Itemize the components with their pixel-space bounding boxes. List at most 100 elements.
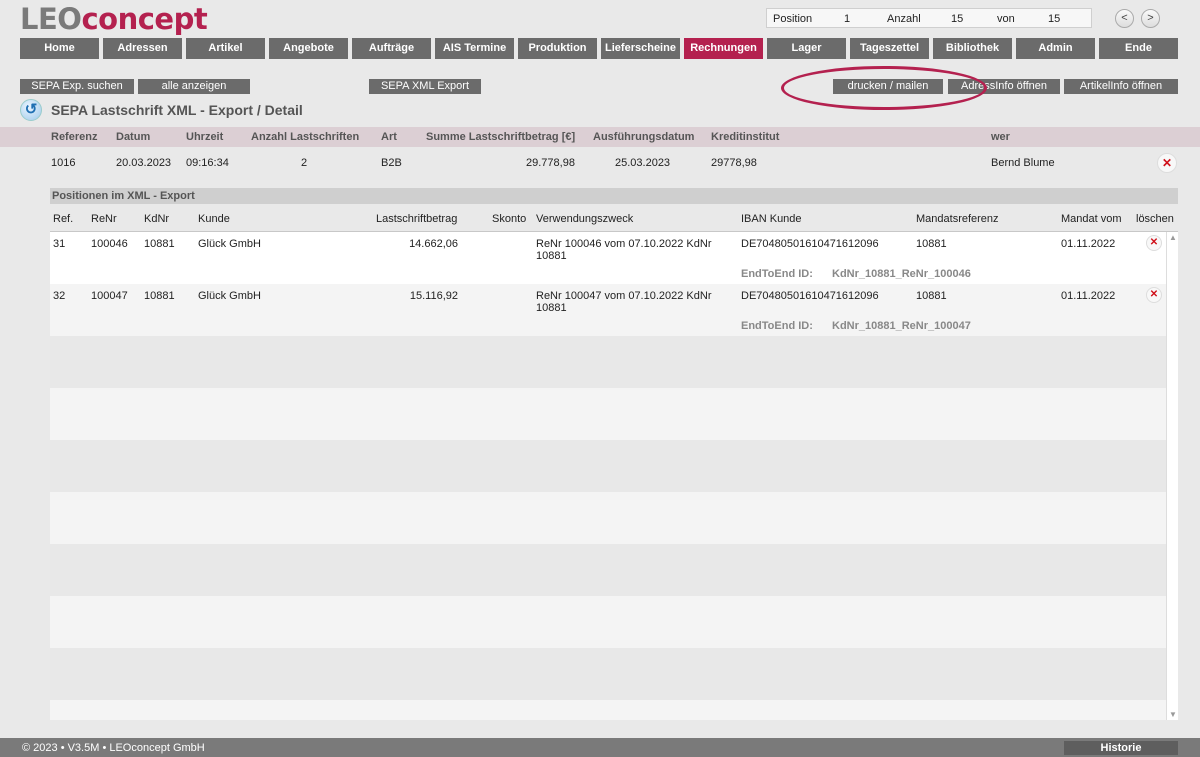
- page-title: SEPA Lastschrift XML - Export / Detail: [51, 102, 303, 118]
- cell-mandat-vom: 01.11.2022: [1061, 290, 1116, 302]
- positions-list: 31 100046 10881 Glück GmbH ReNr 100046 vom 0…: [50, 232, 1166, 720]
- cell-renr: 100046: [91, 238, 128, 250]
- list-scrollbar[interactable]: ▲ ▼: [1166, 232, 1178, 720]
- scroll-down-icon[interactable]: ▼: [1169, 710, 1177, 719]
- col-kdnr: KdNr: [144, 213, 170, 225]
- nav-tab-rechnungen[interactable]: Rechnungen: [684, 38, 763, 59]
- empty-row: [50, 648, 1166, 700]
- previous-record-button[interactable]: <: [1115, 9, 1134, 28]
- table-row[interactable]: 31 100046 10881 Glück GmbH ReNr 100046 vom 0…: [50, 232, 1166, 284]
- col-kunde: Kunde: [198, 213, 230, 225]
- cell-betrag: 15.116,92: [409, 290, 458, 302]
- nav-tab-aufträge[interactable]: Aufträge: [352, 38, 431, 59]
- endtoend-id: KdNr_10881_ReNr_100047: [832, 320, 971, 332]
- empty-row: [50, 544, 1166, 596]
- summary-kreditinstitut: 29778,98: [711, 157, 757, 169]
- highlight-annotation: [781, 66, 987, 110]
- nav-tab-produktion[interactable]: Produktion: [518, 38, 597, 59]
- main-navigation: Home Adressen Artikel Angebote Aufträge AIS T…: [20, 38, 1178, 59]
- col-zweck: Verwendungszweck: [536, 213, 634, 225]
- nav-tab-admin[interactable]: Admin: [1016, 38, 1095, 59]
- nav-tab-ais-termine[interactable]: AIS Termine: [435, 38, 514, 59]
- app-logo: LEOconcept: [20, 2, 208, 36]
- footer: © 2023 • V3.5M • LEOconcept GmbH Histori…: [0, 738, 1200, 757]
- col-uhrzeit: Uhrzeit: [186, 131, 224, 143]
- nav-tab-lager[interactable]: Lager: [767, 38, 846, 59]
- cell-kunde: Glück GmbH: [198, 290, 261, 302]
- nav-tab-home[interactable]: Home: [20, 38, 99, 59]
- cell-ref: 31: [53, 238, 66, 250]
- col-loeschen: löschen: [1136, 213, 1174, 225]
- nav-tab-ende[interactable]: Ende: [1099, 38, 1178, 59]
- nav-tab-angebote[interactable]: Angebote: [269, 38, 348, 59]
- nav-tab-tageszettel[interactable]: Tageszettel: [850, 38, 929, 59]
- summary-summe: 29.778,98: [526, 157, 575, 169]
- cell-zweck: ReNr 100046 vom 07.10.2022 KdNr 10881: [536, 238, 712, 262]
- nav-tab-artikel[interactable]: Artikel: [186, 38, 265, 59]
- summary-wer: Bernd Blume: [991, 157, 1055, 169]
- endtoend-id: KdNr_10881_ReNr_100046: [832, 268, 971, 280]
- col-skonto: Skonto: [492, 213, 527, 225]
- cell-mandatsref: 10881: [916, 290, 947, 302]
- empty-row: [50, 700, 1166, 720]
- col-kreditinstitut: Kreditinstitut: [711, 131, 780, 143]
- cell-betrag: 14.662,06: [409, 238, 458, 250]
- cell-kdnr: 10881: [144, 238, 175, 250]
- delete-export-icon[interactable]: ✕: [1157, 153, 1177, 173]
- position-label: Position: [773, 13, 813, 25]
- col-renr: ReNr: [91, 213, 117, 225]
- nav-tab-bibliothek[interactable]: Bibliothek: [933, 38, 1012, 59]
- anzahl-value: 15: [951, 13, 964, 25]
- history-button[interactable]: Historie: [1064, 741, 1178, 755]
- copyright-text: © 2023 • V3.5M • LEOconcept GmbH: [22, 742, 205, 754]
- summary-ausfuehrung: 25.03.2023: [615, 157, 671, 169]
- summary-uhrzeit: 09:16:34: [186, 157, 229, 169]
- open-article-info-button[interactable]: ArtikelInfo öffnen: [1064, 79, 1178, 94]
- col-ref: Ref.: [53, 213, 74, 225]
- col-art: Art: [381, 131, 397, 143]
- nav-tab-lieferscheine[interactable]: Lieferscheine: [601, 38, 680, 59]
- empty-row: [50, 388, 1166, 440]
- cell-renr: 100047: [91, 290, 128, 302]
- back-arrow-icon[interactable]: ↺: [20, 99, 42, 121]
- positions-section-title: Positionen im XML - Export: [50, 188, 1178, 204]
- delete-position-icon[interactable]: ✕: [1146, 235, 1162, 251]
- summary-datum: 20.03.2023: [116, 157, 172, 169]
- col-mandat-vom: Mandat vom: [1061, 213, 1122, 225]
- cell-ref: 32: [53, 290, 66, 302]
- col-betrag: Lastschriftbetrag: [376, 213, 458, 225]
- summary-anzahl: 2: [301, 157, 308, 169]
- endtoend-label: EndToEnd ID:: [741, 268, 813, 280]
- col-iban: IBAN Kunde: [741, 213, 802, 225]
- next-record-button[interactable]: >: [1141, 9, 1160, 28]
- col-summe: Summe Lastschriftbetrag [€]: [426, 131, 576, 143]
- cell-iban: DE70480501610471612096: [741, 290, 879, 302]
- empty-row: [50, 440, 1166, 492]
- cell-mandatsref: 10881: [916, 238, 947, 250]
- show-all-button[interactable]: alle anzeigen: [138, 79, 250, 94]
- table-row[interactable]: 32 100047 10881 Glück GmbH ReNr 100047 vom 0…: [50, 284, 1166, 336]
- sepa-export-search-button[interactable]: SEPA Exp. suchen: [20, 79, 134, 94]
- scroll-up-icon[interactable]: ▲: [1169, 233, 1177, 242]
- col-referenz: Referenz: [51, 131, 98, 143]
- nav-tab-adressen[interactable]: Adressen: [103, 38, 182, 59]
- empty-row: [50, 492, 1166, 544]
- summary-referenz: 1016: [51, 157, 76, 169]
- cell-zweck: ReNr 100047 vom 07.10.2022 KdNr 10881: [536, 290, 712, 314]
- summary-header: Referenz Datum Uhrzeit Anzahl Lastschrif…: [0, 127, 1200, 147]
- empty-row: [50, 336, 1166, 388]
- von-value: 15: [1048, 13, 1061, 25]
- cell-iban: DE70480501610471612096: [741, 238, 879, 250]
- empty-row: [50, 596, 1166, 648]
- cell-kdnr: 10881: [144, 290, 175, 302]
- position-value: 1: [844, 13, 851, 25]
- col-datum: Datum: [116, 131, 151, 143]
- delete-position-icon[interactable]: ✕: [1146, 287, 1162, 303]
- endtoend-label: EndToEnd ID:: [741, 320, 813, 332]
- sepa-xml-export-button[interactable]: SEPA XML Export: [369, 79, 481, 94]
- col-ausfuehrung: Ausführungsdatum: [593, 131, 695, 143]
- col-wer: wer: [991, 131, 1010, 143]
- col-anzahl: Anzahl Lastschriften: [251, 131, 360, 143]
- position-indicator: Position 1 Anzahl 15 von 15: [766, 8, 1092, 28]
- col-mandatsref: Mandatsreferenz: [916, 213, 999, 225]
